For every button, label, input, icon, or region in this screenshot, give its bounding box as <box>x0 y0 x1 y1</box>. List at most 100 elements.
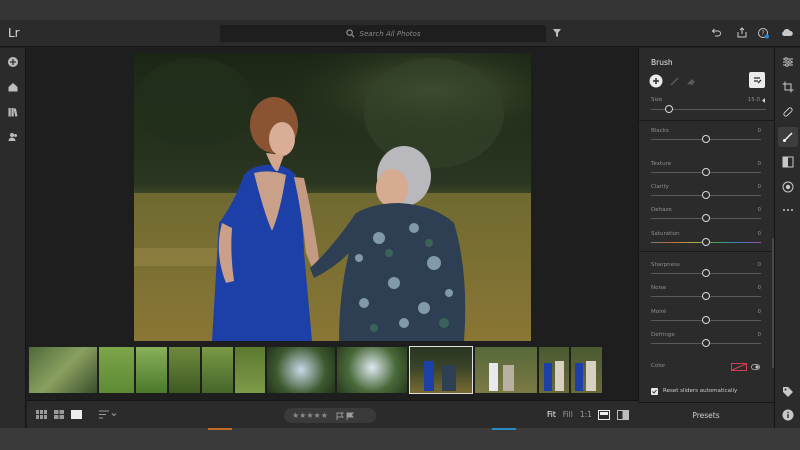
more-icon[interactable] <box>782 204 794 216</box>
slider-value[interactable]: 0 <box>758 207 762 213</box>
slider-defringe[interactable]: Defringe 0 <box>651 332 761 354</box>
flag-reject-icon[interactable] <box>346 412 354 420</box>
filmstrip-thumb[interactable] <box>539 347 569 393</box>
zoom-fill[interactable]: Fill <box>563 410 573 419</box>
slider-noise[interactable]: Noise 0 <box>651 285 761 307</box>
filmstrip-thumb[interactable] <box>235 347 265 393</box>
brush-paint-icon[interactable] <box>669 75 681 87</box>
title-bar: Lr Search All Photos ? <box>0 20 800 47</box>
slider-value[interactable]: 0 <box>758 184 762 190</box>
size-value[interactable]: 15.0 <box>748 97 760 103</box>
brush-settings-icon <box>754 77 762 84</box>
slider-value[interactable]: 0 <box>758 161 762 167</box>
color-swatch[interactable] <box>731 363 747 371</box>
detail-view-icon[interactable] <box>71 410 82 419</box>
color-row: Color <box>651 363 761 375</box>
slider-value[interactable]: 0 <box>758 332 762 338</box>
brush-tools <box>649 72 769 90</box>
slider-knob[interactable] <box>702 135 710 143</box>
slider-value[interactable]: 0 <box>758 309 762 315</box>
slider-clarity[interactable]: Clarity 0 <box>651 184 761 206</box>
star-rating[interactable]: ★★★★★ <box>284 408 376 423</box>
slider-label: Sharpness <box>651 262 680 268</box>
edit-sliders-icon[interactable] <box>782 56 794 68</box>
slider-value[interactable]: 0 <box>758 285 762 291</box>
help-icon[interactable]: ? <box>757 27 769 39</box>
home-icon[interactable] <box>7 81 19 93</box>
linear-gradient-icon[interactable] <box>782 156 794 168</box>
undo-icon[interactable] <box>710 27 722 39</box>
crop-icon[interactable] <box>782 81 794 93</box>
slider-texture[interactable]: Texture 0 <box>651 161 761 183</box>
healing-icon[interactable] <box>782 106 794 118</box>
slider-value[interactable]: 0 <box>758 231 762 237</box>
filmstrip-thumb-selected[interactable] <box>409 346 473 394</box>
filmstrip-thumb[interactable] <box>337 347 407 393</box>
slider-label: Moiré <box>651 309 667 315</box>
filter-icon[interactable] <box>552 28 562 38</box>
sort-icon[interactable] <box>99 410 117 419</box>
slider-knob[interactable] <box>702 191 710 199</box>
flag-pick-icon[interactable] <box>336 412 344 420</box>
library-icon[interactable] <box>7 106 19 118</box>
slider-label: Clarity <box>651 184 669 190</box>
size-slider-knob[interactable] <box>665 105 673 113</box>
search-field[interactable]: Search All Photos <box>220 25 546 42</box>
zoom-fit[interactable]: Fit <box>547 410 556 419</box>
slider-knob[interactable] <box>702 292 710 300</box>
panel-divider <box>639 120 775 121</box>
app-logo: Lr <box>8 26 20 40</box>
share-icon[interactable] <box>736 27 748 39</box>
slider-dehaze[interactable]: Dehaze 0 <box>651 207 761 229</box>
info-icon[interactable] <box>782 409 794 421</box>
grid-view-icon[interactable] <box>36 410 47 419</box>
filmstrip-thumb[interactable] <box>202 347 233 393</box>
slider-knob[interactable] <box>702 339 710 347</box>
brush-icon[interactable] <box>782 131 794 143</box>
size-slider[interactable]: Size 15.0 <box>651 97 766 117</box>
slider-saturation[interactable]: Saturation 0 <box>651 231 761 253</box>
compare-icon[interactable] <box>598 410 610 420</box>
size-expand-icon[interactable] <box>762 98 766 103</box>
filmstrip-thumb[interactable] <box>571 347 602 393</box>
system-top-strip <box>0 0 800 20</box>
radial-gradient-icon[interactable] <box>782 181 794 193</box>
slider-label: Texture <box>651 161 672 167</box>
filmstrip-thumb[interactable] <box>169 347 200 393</box>
before-after-icon[interactable] <box>617 410 629 420</box>
filmstrip-thumb[interactable] <box>136 347 167 393</box>
cloud-icon[interactable] <box>780 27 794 39</box>
slider-knob[interactable] <box>702 238 710 246</box>
slider-blacks[interactable]: Blacks 0 <box>651 128 761 150</box>
slider-moir[interactable]: Moiré 0 <box>651 309 761 331</box>
square-grid-icon[interactable] <box>54 410 64 419</box>
filmstrip-thumb[interactable] <box>99 347 134 393</box>
brush-settings-button[interactable] <box>749 72 765 88</box>
app-window: Lr Search All Photos ? ★★★★★ Fit Fill 1:… <box>0 0 800 450</box>
rating-stars[interactable]: ★★★★★ <box>292 411 328 420</box>
zoom-1to1[interactable]: 1:1 <box>580 410 592 419</box>
slider-knob[interactable] <box>702 269 710 277</box>
filmstrip <box>27 346 638 398</box>
filmstrip-thumb[interactable] <box>475 347 537 393</box>
slider-knob[interactable] <box>702 316 710 324</box>
add-photo-icon[interactable] <box>7 56 19 68</box>
color-toggle-icon[interactable] <box>751 364 760 370</box>
main-photo-image <box>134 53 531 341</box>
reset-sliders-row[interactable]: Reset sliders automatically <box>651 386 766 396</box>
slider-sharpness[interactable]: Sharpness 0 <box>651 262 761 284</box>
slider-knob[interactable] <box>702 214 710 222</box>
tag-icon[interactable] <box>782 386 794 398</box>
filmstrip-thumb[interactable] <box>267 347 335 393</box>
slider-value[interactable]: 0 <box>758 128 762 134</box>
people-icon[interactable] <box>7 131 19 143</box>
reset-sliders-checkbox[interactable] <box>651 387 658 395</box>
presets-button[interactable]: Presets <box>638 402 774 428</box>
brush-add-icon[interactable] <box>649 74 663 88</box>
main-photo[interactable] <box>134 53 531 341</box>
zoom-options: Fit Fill 1:1 <box>547 410 592 419</box>
slider-knob[interactable] <box>702 168 710 176</box>
brush-erase-icon[interactable] <box>685 75 697 87</box>
filmstrip-thumb[interactable] <box>29 347 97 393</box>
slider-value[interactable]: 0 <box>758 262 762 268</box>
